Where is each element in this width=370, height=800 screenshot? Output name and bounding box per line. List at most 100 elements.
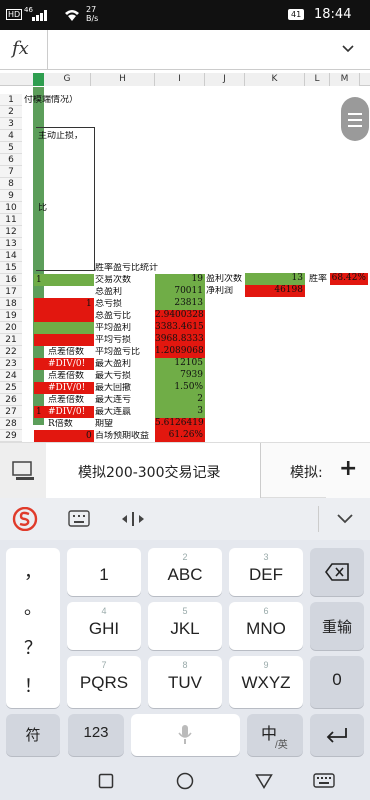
column-header[interactable]: H [91,73,155,86]
spreadsheet-grid[interactable]: G H I J K L M 1 2 3 4 5 6 7 8 9 10 11 12 13 14 15 16 17 1… [0,70,370,442]
row-header[interactable]: 14 [0,250,22,262]
stat-label[interactable]: 最大连亏 [95,395,131,406]
tab-active[interactable]: 模拟200-300交易记录 [46,443,260,499]
value-win-rate[interactable]: 68.42% [330,273,368,285]
cell-value[interactable]: R倍数 [48,419,73,430]
t9-key[interactable]: 8 TUV [148,656,222,708]
stat-label[interactable]: 总盈利 [95,287,122,298]
stat-label[interactable]: 最大回撤 [95,383,131,394]
stat-label[interactable]: 百场预期收益 [95,431,149,442]
stat-value[interactable]: 5.6126419 [155,418,205,430]
tab-next[interactable]: 模拟: [290,462,323,482]
fill-cell[interactable] [34,298,94,310]
stat-value[interactable]: 1.50% [155,382,205,394]
reenter-key[interactable]: 重输 [310,602,364,650]
left-cell-text[interactable]: 点差倍数 [48,395,84,406]
row-header[interactable]: 19 [0,310,22,322]
row-header[interactable]: 9 [0,190,22,202]
stat-value[interactable]: 12105 [155,358,205,370]
row-header[interactable]: 16 [0,274,22,286]
chevron-down-icon[interactable] [336,513,354,525]
t9-key[interactable]: 2 ABC [148,548,222,596]
back-icon[interactable] [255,773,273,789]
fill-cell[interactable] [34,430,94,442]
stat-label[interactable]: 平均亏损 [95,335,131,346]
row-header[interactable]: 25 [0,382,22,394]
left-cell-text[interactable]: #DIV/0! [48,383,85,394]
home-icon[interactable] [176,772,194,790]
row-header[interactable]: 20 [0,322,22,334]
add-sheet-button[interactable]: + [326,443,370,499]
fx-icon[interactable]: fx [12,38,29,59]
row-header[interactable]: 6 [0,154,22,166]
cell-value[interactable]: 1 [36,407,42,418]
label-win-count[interactable]: 盈利次数 [206,274,242,285]
row-header[interactable]: 10 [0,202,22,214]
sogou-logo[interactable] [12,507,38,531]
stats-title[interactable]: 胜率盈亏比统计 [95,263,158,274]
punct-comma[interactable]: ， [6,558,60,584]
fill-cell[interactable] [34,310,94,322]
label-net-profit[interactable]: 净利润 [206,286,233,297]
row-header[interactable]: 7 [0,166,22,178]
row-header[interactable]: 27 [0,406,22,418]
row-header[interactable]: 29 [0,430,22,442]
chevron-down-icon[interactable] [342,44,354,54]
keyboard-icon[interactable] [68,510,90,527]
cell-value[interactable]: 0 [86,431,92,442]
stat-value[interactable]: 7939 [155,370,205,382]
zero-key[interactable]: 0 [310,656,364,708]
row-header[interactable]: 28 [0,418,22,430]
left-cell-text[interactable]: #DIV/0! [48,407,85,418]
fill-cell[interactable] [34,334,94,346]
punct-question[interactable]: ？ [6,634,60,660]
row-header[interactable]: 8 [0,178,22,190]
row-header[interactable]: 24 [0,370,22,382]
cell-value[interactable]: 1 [86,299,92,310]
row-header[interactable]: 2 [0,106,22,118]
row-header[interactable]: 11 [0,214,22,226]
t9-key[interactable]: 5 JKL [148,602,222,650]
cell-g1[interactable]: 付模端情况） [24,95,78,106]
row-header[interactable]: 26 [0,394,22,406]
enter-key[interactable] [310,714,364,756]
row-header[interactable]: 15 [0,262,22,274]
value-net-profit[interactable]: 46198 [245,285,305,297]
stat-label[interactable]: 最大亏损 [95,371,131,382]
stat-value[interactable]: 23813 [155,298,205,310]
cell-g4[interactable]: 主动止损， [38,131,83,142]
left-cell-text[interactable]: 点差倍数 [48,371,84,382]
keyboard-hide-icon[interactable] [313,773,335,789]
row-header[interactable]: 17 [0,286,22,298]
column-header[interactable]: K [245,73,305,86]
stat-label[interactable]: 最大连赢 [95,407,131,418]
t9-key[interactable]: 3 DEF [229,548,303,596]
sheet-list-button[interactable] [0,443,46,499]
stat-value[interactable]: 19 [155,274,205,286]
column-header[interactable]: L [305,73,330,86]
label-win-rate[interactable]: 胜率 [309,274,327,285]
punct-period[interactable]: 。 [6,594,60,620]
t9-key[interactable]: 9 WXYZ [229,656,303,708]
punctuation-panel[interactable]: ， 。 ？ ！ [6,548,60,708]
stat-value[interactable]: 3 [155,406,205,418]
fill-cell[interactable] [34,322,94,334]
stat-value[interactable]: 3383.4615 [155,322,205,334]
stat-value[interactable]: 3968.8333 [155,334,205,346]
number-mode-key[interactable]: 123 [68,714,124,756]
stat-value[interactable]: 1.2089068 [155,346,205,358]
stat-value[interactable]: 70011 [155,286,205,298]
column-header[interactable]: J [205,73,245,86]
t9-key[interactable]: 6 MNO [229,602,303,650]
row-header[interactable]: 22 [0,346,22,358]
backspace-key[interactable] [310,548,364,596]
stat-value[interactable]: 2 [155,394,205,406]
punct-exclaim[interactable]: ！ [6,672,60,698]
stat-label[interactable]: 总盈亏比 [95,311,131,322]
row-header[interactable]: 1 [0,94,22,106]
row-header[interactable]: 23 [0,358,22,370]
row-header[interactable]: 4 [0,130,22,142]
stat-label[interactable]: 平均盈亏比 [95,347,140,358]
left-cell-text[interactable]: #DIV/0! [48,359,85,370]
recent-apps-icon[interactable] [98,773,114,789]
